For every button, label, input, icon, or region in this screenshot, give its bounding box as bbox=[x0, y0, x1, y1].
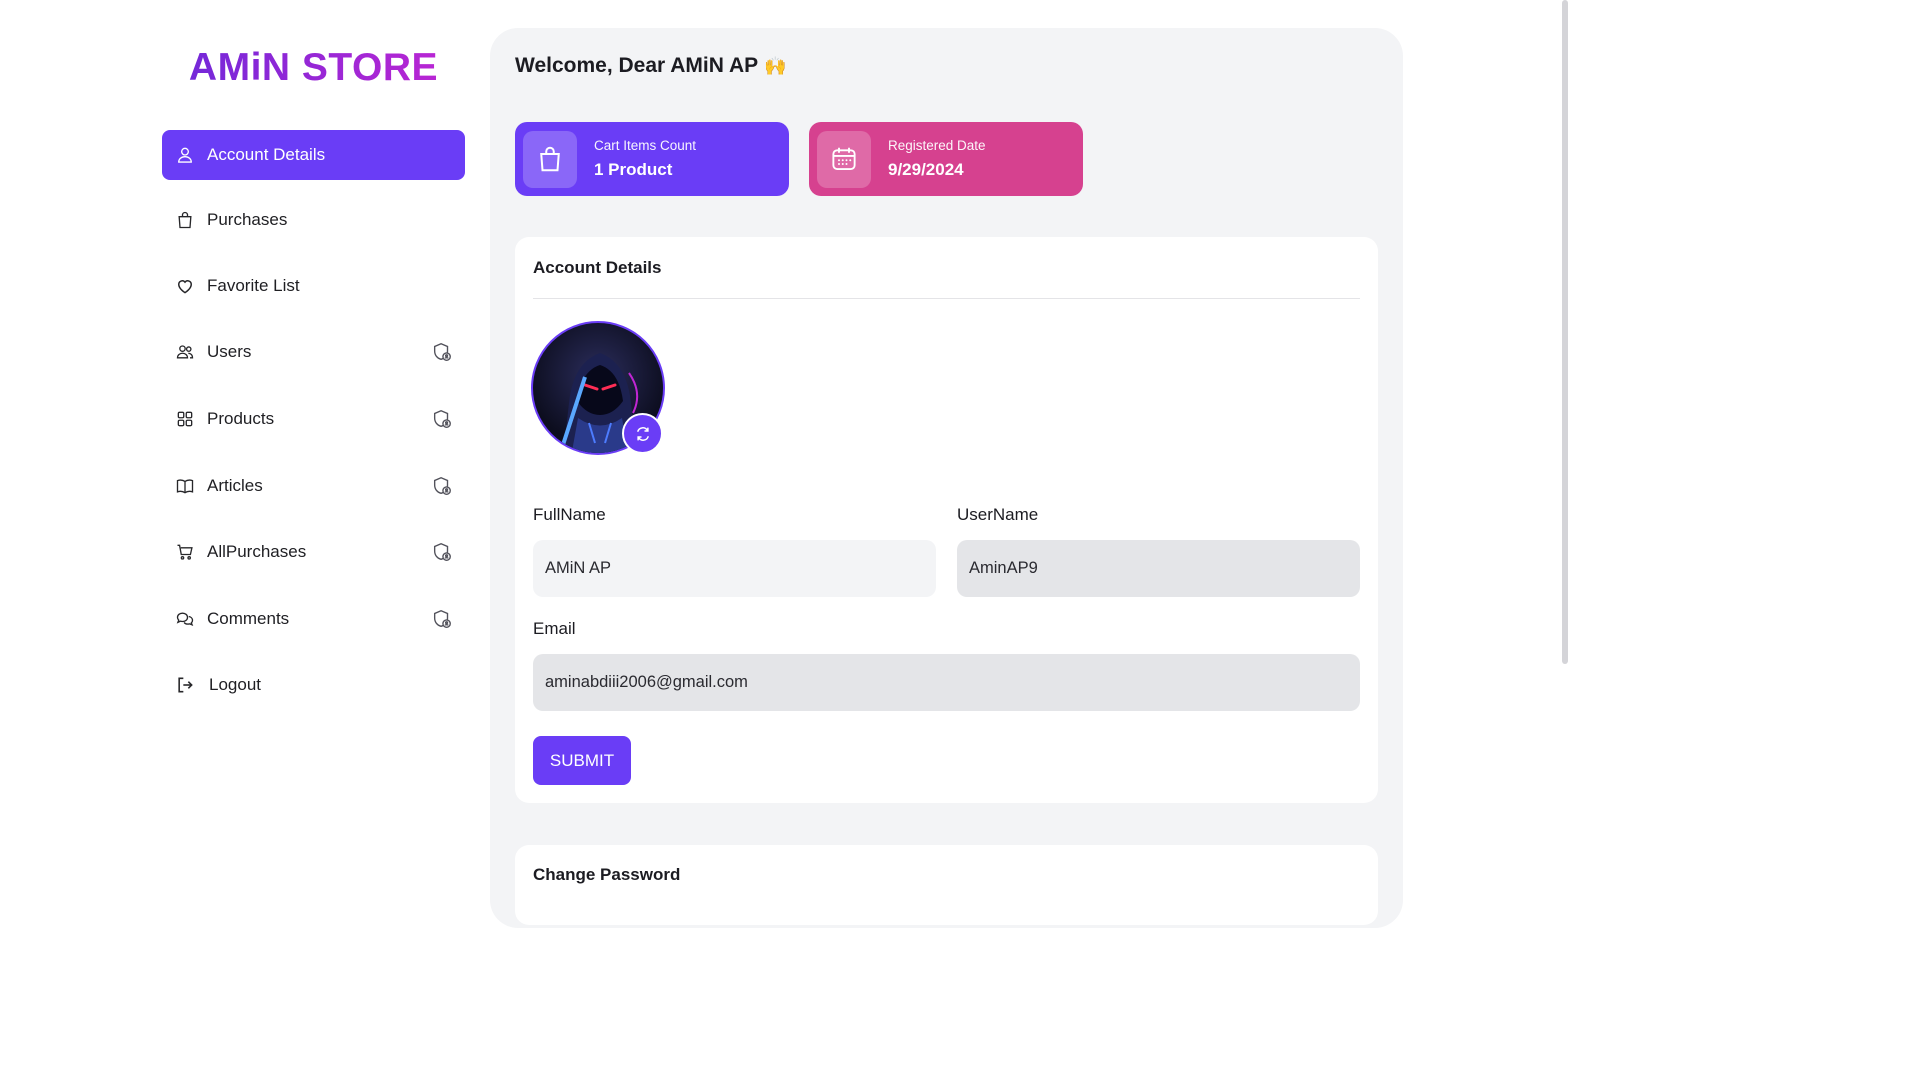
sidebar-item-label: Favorite List bbox=[207, 276, 300, 295]
sidebar-item-label: Logout bbox=[209, 675, 261, 694]
sidebar-item-logout[interactable]: Logout bbox=[162, 660, 465, 710]
sidebar-item-label: Products bbox=[207, 409, 275, 428]
user-icon bbox=[174, 144, 196, 166]
stat-value: 9/29/2024 bbox=[888, 160, 964, 179]
shield-admin-icon bbox=[431, 475, 453, 497]
refresh-icon bbox=[634, 425, 652, 443]
username-field bbox=[957, 540, 1360, 597]
card-title: Change Password bbox=[533, 865, 681, 884]
cart-icon bbox=[174, 541, 196, 563]
email-field bbox=[533, 654, 1360, 711]
brand-logo[interactable]: AMiN STORE bbox=[162, 46, 465, 90]
divider bbox=[533, 298, 1360, 299]
logout-icon bbox=[174, 674, 196, 696]
shield-admin-icon bbox=[431, 341, 453, 363]
raised-hands-icon: 🙌 bbox=[764, 56, 787, 76]
calendar-icon bbox=[817, 130, 871, 188]
fullname-field[interactable] bbox=[533, 540, 936, 597]
chat-bubbles-icon bbox=[174, 608, 196, 630]
registered-date-stat-card: Registered Date 9/29/2024 bbox=[809, 122, 1083, 196]
fullname-label: FullName bbox=[533, 505, 606, 524]
sidebar-item-label: Purchases bbox=[207, 210, 288, 229]
shield-admin-icon bbox=[431, 408, 453, 430]
sidebar-item-label: Users bbox=[207, 342, 252, 361]
email-label: Email bbox=[533, 619, 576, 638]
change-avatar-button[interactable] bbox=[622, 413, 663, 454]
shield-admin-icon bbox=[431, 541, 453, 563]
cart-items-stat-card: Cart Items Count 1 Product bbox=[515, 122, 789, 196]
users-icon bbox=[174, 341, 196, 363]
heart-icon bbox=[174, 275, 196, 297]
card-title: Account Details bbox=[533, 258, 662, 277]
sidebar-item-account-details[interactable]: Account Details bbox=[162, 130, 465, 180]
username-label: UserName bbox=[957, 505, 1039, 524]
sidebar-item-purchases[interactable]: Purchases bbox=[162, 195, 465, 245]
page: AMiN STORE Account Details Purchases Fav… bbox=[0, 0, 1568, 928]
welcome-text: Welcome, Dear AMiN AP bbox=[515, 54, 759, 77]
sidebar-item-label: Articles bbox=[207, 476, 263, 495]
change-password-card: Change Password bbox=[515, 845, 1378, 925]
sidebar-item-label: AllPurchases bbox=[207, 542, 307, 561]
welcome-heading: Welcome, Dear AMiN AP 🙌 bbox=[515, 54, 787, 78]
account-details-card: Account Details FullName UserName Email bbox=[515, 237, 1378, 803]
stat-title: Registered Date bbox=[888, 138, 986, 153]
sidebar-item-articles[interactable]: Articles bbox=[162, 461, 465, 511]
grid-icon bbox=[174, 408, 196, 430]
sidebar-item-allpurchases[interactable]: AllPurchases bbox=[162, 527, 465, 577]
page-scrollbar[interactable] bbox=[1562, 0, 1568, 664]
sidebar-item-users[interactable]: Users bbox=[162, 327, 465, 377]
stat-title: Cart Items Count bbox=[594, 138, 697, 153]
shopping-bag-icon bbox=[174, 209, 196, 231]
sidebar-item-products[interactable]: Products bbox=[162, 394, 465, 444]
shield-admin-icon bbox=[431, 608, 453, 630]
submit-button[interactable]: SUBMIT bbox=[533, 736, 631, 785]
sidebar-item-label: Account Details bbox=[207, 145, 326, 164]
sidebar-item-label: Comments bbox=[207, 609, 290, 628]
sidebar-item-favorite-list[interactable]: Favorite List bbox=[162, 261, 465, 311]
shopping-bag-icon bbox=[523, 130, 577, 188]
stat-value: 1 Product bbox=[594, 160, 673, 179]
book-icon bbox=[174, 475, 196, 497]
sidebar-item-comments[interactable]: Comments bbox=[162, 594, 465, 644]
